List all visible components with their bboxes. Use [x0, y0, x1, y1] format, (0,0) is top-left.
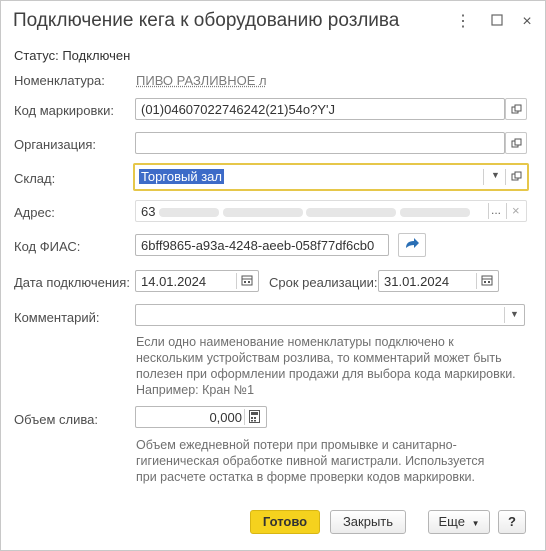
open-marking-code-icon[interactable]	[505, 98, 527, 120]
more-button[interactable]: Еще ▼	[428, 510, 490, 534]
volume-label: Объем слива:	[14, 412, 98, 427]
menu-icon[interactable]: ⋮	[453, 11, 473, 33]
calendar-icon[interactable]	[241, 274, 253, 289]
sale-period-field[interactable]: 31.01.2024	[378, 270, 499, 292]
window-title: Подключение кега к оборудованию розлива	[13, 10, 400, 31]
warehouse-label: Склад:	[14, 171, 56, 186]
warehouse-dropdown-icon[interactable]: ▼	[491, 170, 500, 180]
maximize-icon[interactable]	[487, 11, 507, 33]
address-prefix: 63	[141, 204, 156, 219]
open-organization-icon[interactable]	[505, 132, 527, 154]
comment-dropdown-icon[interactable]: ▼	[510, 309, 519, 319]
connect-date-field[interactable]: 14.01.2024	[135, 270, 259, 292]
fias-label: Код ФИАС:	[14, 239, 81, 254]
address-blurred	[399, 208, 470, 218]
connect-date-value: 14.01.2024	[141, 274, 207, 289]
open-warehouse-icon[interactable]	[511, 170, 522, 185]
address-select-icon[interactable]: ...	[491, 203, 501, 217]
curved-arrow-icon	[406, 238, 419, 248]
calendar-icon[interactable]	[481, 274, 493, 289]
organization-label: Организация:	[14, 137, 97, 152]
comment-field[interactable]: ▼	[135, 304, 525, 326]
warehouse-field[interactable]: Торговый зал ▼	[133, 163, 529, 191]
marking-code-field[interactable]: (01)04607022746242(21)54o?Y'J	[135, 98, 505, 120]
sale-period-label: Срок реализации:	[269, 275, 378, 290]
fias-field[interactable]: 6bff9865-a93a-4248-aeeb-058f77df6cb0	[135, 234, 389, 256]
chevron-down-icon: ▼	[471, 519, 480, 528]
volume-field[interactable]: 0,000	[135, 406, 267, 428]
comment-label: Комментарий:	[14, 310, 100, 325]
address-clear-icon[interactable]: ×	[512, 203, 520, 218]
address-label: Адрес:	[14, 205, 55, 220]
nomenclature-link[interactable]: ПИВО РАЗЛИВНОЕ л	[136, 73, 267, 88]
more-label: Еще	[438, 514, 465, 529]
close-button[interactable]: Закрыть	[330, 510, 406, 534]
address-blurred	[159, 208, 220, 218]
nomenclature-label: Номенклатура:	[14, 73, 105, 88]
address-blurred	[222, 208, 303, 218]
close-icon[interactable]: ×	[517, 11, 537, 33]
help-button[interactable]: ?	[498, 510, 526, 534]
warehouse-value: Торговый зал	[139, 169, 224, 184]
sale-period-value: 31.01.2024	[384, 274, 450, 289]
volume-value: 0,000	[209, 410, 242, 425]
fias-action-button[interactable]	[398, 233, 426, 257]
marking-code-value: (01)04607022746242(21)54o?Y'J	[141, 102, 336, 117]
address-blurred	[306, 208, 397, 218]
organization-field[interactable]	[135, 132, 505, 154]
dialog-window: Подключение кега к оборудованию розлива …	[0, 0, 546, 551]
status-text: Статус: Подключен	[14, 48, 131, 63]
fias-value: 6bff9865-a93a-4248-aeeb-058f77df6cb0	[141, 238, 375, 253]
ok-button[interactable]: Готово	[250, 510, 320, 534]
marking-code-label: Код маркировки:	[14, 103, 114, 118]
address-field[interactable]: 63 ... ×	[135, 200, 527, 222]
calculator-icon[interactable]	[249, 410, 260, 426]
connect-date-label: Дата подключения:	[14, 275, 130, 290]
address-value: 63	[141, 204, 470, 219]
volume-help-text: Объем ежедневной потери при промывке и с…	[136, 438, 485, 484]
comment-help-text: Если одно наименование номенклатуры подк…	[136, 335, 516, 397]
